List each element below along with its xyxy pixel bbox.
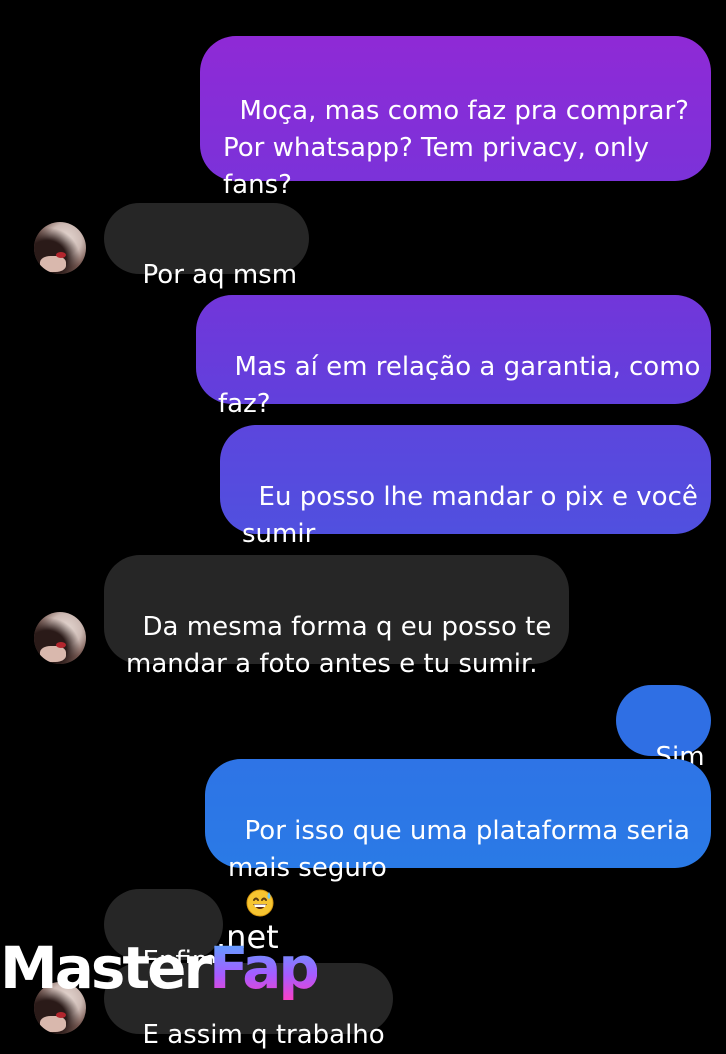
received-message-bubble[interactable]: Por aq msm (104, 203, 309, 290)
message-text: Mas aí em relação a garantia, como faz? (218, 352, 701, 419)
received-message-bubble[interactable]: Da mesma forma q eu posso te mandar a fo… (104, 555, 569, 679)
sent-message-bubble[interactable]: Mas aí em relação a garantia, como faz? (196, 295, 711, 419)
grinning-sweat-emoji-icon (246, 889, 274, 917)
message-text: Da mesma forma q eu posso te mandar a fo… (126, 612, 552, 679)
sent-message-bubble[interactable]: Sim (616, 685, 711, 772)
sent-message-bubble[interactable]: Eu posso lhe mandar o pix e você sumir (220, 425, 711, 583)
sent-message-bubble[interactable]: Por isso que uma plataforma seria mais s… (205, 759, 711, 917)
contact-avatar[interactable] (34, 612, 86, 664)
message-text: Eu posso lhe mandar o pix e você sumir (242, 482, 698, 549)
contact-avatar[interactable] (34, 222, 86, 274)
message-text: Moça, mas como faz pra comprar? Por what… (223, 96, 689, 200)
watermark-logo: .net MasterFap (0, 918, 320, 1000)
watermark-name: MasterFap (0, 934, 320, 1002)
message-text: Por isso que uma plataforma seria mais s… (228, 816, 690, 883)
message-text: Por aq msm (142, 260, 298, 290)
sent-message-bubble[interactable]: Moça, mas como faz pra comprar? Por what… (200, 36, 711, 200)
message-text: E assim q trabalho (142, 1020, 385, 1050)
